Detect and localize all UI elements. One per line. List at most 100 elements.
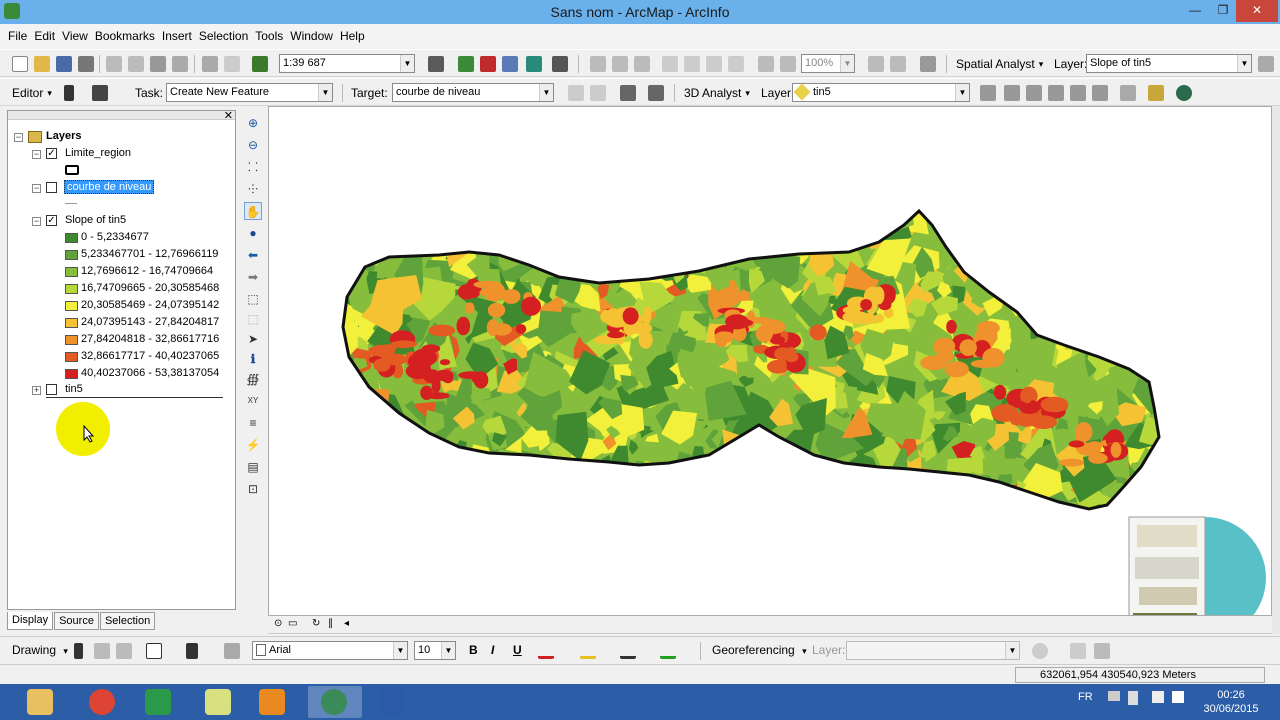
layer-expand-toggle[interactable]: +: [32, 386, 41, 395]
menu-view[interactable]: View: [62, 29, 88, 43]
georef-layer-select[interactable]: ▼: [846, 641, 1020, 660]
toc-close-icon[interactable]: ✕: [224, 109, 233, 122]
tab-source[interactable]: Source: [54, 612, 99, 630]
taskbar-app-3[interactable]: [132, 686, 186, 718]
steepest-path-icon[interactable]: [1004, 85, 1020, 101]
font-select[interactable]: Arial ▼: [252, 641, 408, 660]
sketch-tool-icon[interactable]: [92, 85, 108, 101]
print-icon[interactable]: [78, 56, 94, 72]
find-icon[interactable]: ∰: [244, 370, 262, 388]
fixed-zoom-in-icon[interactable]: [706, 56, 722, 72]
cut-icon[interactable]: [106, 56, 122, 72]
whats-this-icon[interactable]: [552, 56, 568, 72]
3d-analyst-menu[interactable]: 3D Analyst ▾: [684, 83, 750, 103]
hyperlink-icon[interactable]: ⚡: [244, 436, 262, 454]
select-features-icon[interactable]: ⬚: [244, 290, 262, 308]
go-forward-icon[interactable]: ➡: [244, 268, 262, 286]
layers-collapse-toggle[interactable]: −: [14, 133, 23, 142]
menu-edit[interactable]: Edit: [34, 29, 55, 43]
zoom-in-icon[interactable]: ⊕: [244, 114, 262, 132]
layer-visibility-checkbox[interactable]: [46, 182, 57, 193]
italic-button[interactable]: I: [491, 643, 494, 657]
legend-swatch[interactable]: [65, 267, 78, 277]
taskbar-chrome[interactable]: [76, 686, 130, 718]
rectangle-icon[interactable]: [146, 643, 162, 659]
taskbar-clock[interactable]: 00:26 30/06/2015: [1196, 688, 1266, 716]
menu-selection[interactable]: Selection: [199, 29, 248, 43]
legend-swatch[interactable]: [65, 233, 78, 243]
create-profile-graph-icon[interactable]: [1120, 85, 1136, 101]
fixed-zoom-out-icon[interactable]: [728, 56, 744, 72]
toc-root-layers[interactable]: Layers: [46, 130, 81, 142]
zoom-to-selected-icon[interactable]: [116, 643, 132, 659]
legend-swatch[interactable]: [65, 352, 78, 362]
task-select[interactable]: Create New Feature ▼: [166, 83, 333, 102]
command-line-icon[interactable]: [502, 56, 518, 72]
georeferencing-menu[interactable]: Georeferencing ▾: [712, 643, 807, 657]
clear-selection-icon[interactable]: ⬚: [244, 310, 262, 328]
marker-color-icon[interactable]: [660, 643, 676, 659]
arctoolbox-icon[interactable]: [480, 56, 496, 72]
underline-button[interactable]: U: [513, 643, 522, 657]
edit-vertices-icon[interactable]: [224, 643, 240, 659]
split-tool-icon[interactable]: [568, 85, 584, 101]
copy-icon[interactable]: [128, 56, 144, 72]
toggle-draft-icon[interactable]: [868, 56, 884, 72]
delete-icon[interactable]: [172, 56, 188, 72]
layer-expand-toggle[interactable]: −: [32, 217, 41, 226]
pause-drawing-icon[interactable]: ∥: [328, 618, 333, 629]
focus-data-frame-icon[interactable]: [890, 56, 906, 72]
menu-tools[interactable]: Tools: [255, 29, 283, 43]
zoom-out-icon[interactable]: ⊖: [244, 136, 262, 154]
rotate-icon[interactable]: [94, 643, 110, 659]
spatial-analyst-layer-select[interactable]: Slope of tin5 ▼: [1086, 54, 1252, 73]
font-color-icon[interactable]: [538, 643, 554, 659]
go-back-extent-icon[interactable]: [758, 56, 774, 72]
close-button[interactable]: ✕: [1236, 0, 1278, 22]
data-view-icon[interactable]: ⊙: [274, 618, 282, 629]
bold-button[interactable]: B: [469, 643, 478, 657]
add-data-icon[interactable]: [252, 56, 268, 72]
interpolate-point-icon[interactable]: [1048, 85, 1064, 101]
layer-expand-toggle[interactable]: −: [32, 184, 41, 193]
legend-swatch[interactable]: [65, 250, 78, 260]
target-select[interactable]: courbe de niveau ▼: [392, 83, 554, 102]
3d-analyst-layer-select[interactable]: tin5 ▼: [792, 83, 970, 102]
add-control-points-icon[interactable]: [1070, 643, 1086, 659]
spatial-analyst-options-icon[interactable]: [1258, 56, 1274, 72]
tray-icon[interactable]: [1108, 691, 1120, 701]
go-to-xy-icon[interactable]: XY: [244, 392, 262, 410]
battery-icon[interactable]: [1128, 691, 1138, 705]
layer-tin5[interactable]: tin5: [65, 383, 83, 395]
volume-icon[interactable]: [1172, 691, 1184, 703]
legend-swatch[interactable]: [65, 301, 78, 311]
contour-icon[interactable]: [980, 85, 996, 101]
change-layout-icon[interactable]: [920, 56, 936, 72]
rotate-georef-icon[interactable]: [1032, 643, 1048, 659]
zoom-100-icon[interactable]: [684, 56, 700, 72]
tab-display[interactable]: Display: [7, 612, 54, 630]
arcscene-icon[interactable]: [1148, 85, 1164, 101]
pan-icon[interactable]: ✋: [244, 202, 262, 220]
redo-icon[interactable]: [224, 56, 240, 72]
save-icon[interactable]: [56, 56, 72, 72]
spatial-analyst-menu[interactable]: Spatial Analyst ▾: [956, 54, 1043, 74]
interpolate-polygon-icon[interactable]: [1092, 85, 1108, 101]
taskbar-file-explorer[interactable]: [14, 686, 68, 718]
interpolate-line-icon[interactable]: [1070, 85, 1086, 101]
open-icon[interactable]: [34, 56, 50, 72]
taskbar-arcmap[interactable]: [308, 686, 362, 718]
editor-toolbar-icon[interactable]: [428, 56, 444, 72]
line-color-icon[interactable]: [620, 643, 636, 659]
zoom-whole-page-icon[interactable]: [662, 56, 678, 72]
font-size-select[interactable]: 10 ▼: [414, 641, 456, 660]
layout-zoom-in-icon[interactable]: [590, 56, 606, 72]
line-symbol-icon[interactable]: [65, 203, 77, 204]
fixed-zoom-out-icon[interactable]: ⸭: [244, 180, 262, 198]
go-back-icon[interactable]: ⬅: [244, 246, 262, 264]
vertical-scrollbar[interactable]: [1272, 106, 1280, 634]
legend-swatch[interactable]: [65, 369, 78, 379]
legend-swatch[interactable]: [65, 318, 78, 328]
taskbar-word[interactable]: [366, 686, 420, 718]
attributes-icon[interactable]: [620, 85, 636, 101]
